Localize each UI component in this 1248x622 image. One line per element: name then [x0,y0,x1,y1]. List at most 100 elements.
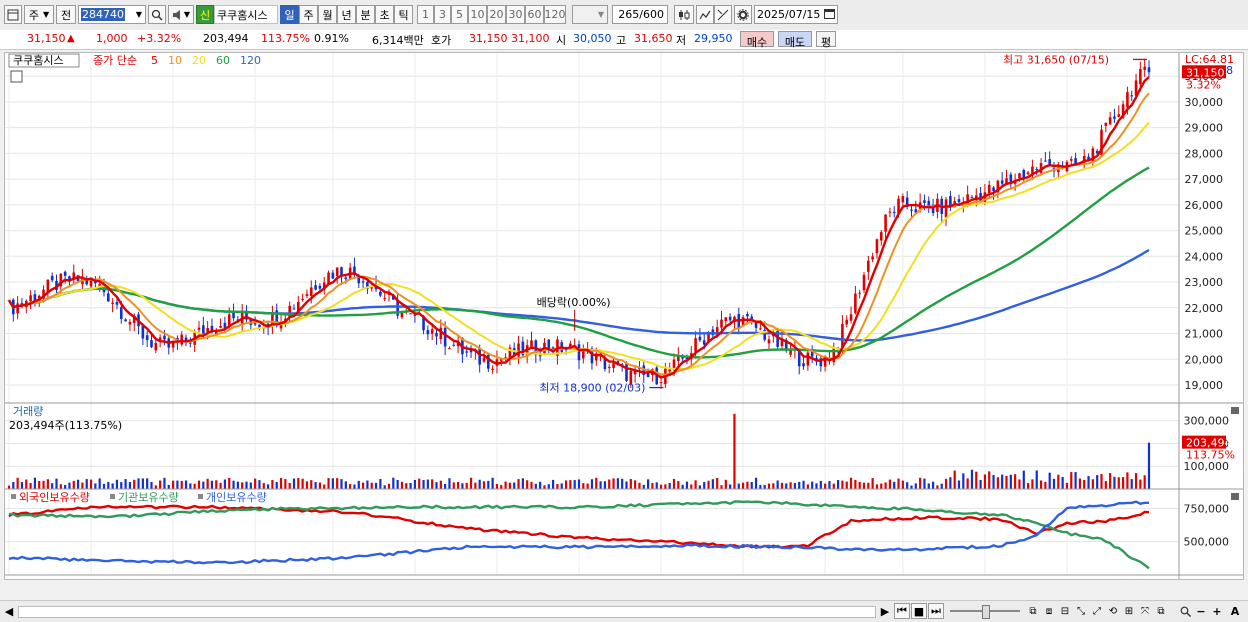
volume-bar [297,477,300,489]
volume-bar [202,481,205,489]
interval-select[interactable]: ▼ [572,5,608,24]
interval-button-20[interactable]: 20 [487,5,506,24]
volume-bar [767,483,771,489]
volume-bar [383,485,386,489]
period-tab-0[interactable]: 일 [280,5,299,24]
volume-bar [953,470,956,489]
tool-icon-6[interactable]: ⟲ [1106,603,1120,619]
fast-forward-icon[interactable]: ⏭ [928,603,944,619]
volume-bar [336,478,339,489]
period-tab-5[interactable]: 초 [375,5,394,24]
period-tab-1[interactable]: 주 [299,5,318,24]
search-zoom-icon[interactable] [1178,603,1192,619]
interval-button-3[interactable]: 3 [434,5,451,24]
candle-icon[interactable] [674,5,694,24]
tool-icon-5[interactable]: ⤢ [1090,603,1104,619]
volume-bar [1130,479,1133,489]
stock-chart[interactable]: 31,00030,00029,00028,00027,00026,00025,0… [5,53,1243,592]
candle [746,314,749,317]
volume-bar [1018,479,1021,489]
search-icon[interactable] [148,5,166,24]
layout-icon[interactable] [4,5,22,24]
stock-code-input[interactable]: 284740 ▼ [78,5,146,24]
volume-bar [366,480,369,489]
volume-bar [586,483,589,489]
zoom-out-button[interactable]: − [1194,603,1208,619]
candle [448,348,451,350]
date-field[interactable]: 2025/07/15 [754,5,838,24]
average-label: 평 [820,36,832,49]
candle [357,277,361,284]
interval-button-60[interactable]: 60 [525,5,544,24]
volume-bar [64,484,67,489]
period-tab-2[interactable]: 월 [318,5,337,24]
candle [327,272,330,285]
trend-icon[interactable] [696,5,714,24]
crosshair-icon[interactable] [714,5,732,24]
volume-bar [1026,483,1030,489]
tool-icon-1[interactable]: ⧉ [1026,603,1040,619]
candle [888,211,892,213]
candle [724,317,728,322]
stop-icon[interactable]: ■ [911,603,927,619]
legend-ma-label: 종가 단순 [93,54,137,67]
prev-button[interactable]: 전 [56,5,76,24]
candle [465,351,469,353]
candle [1139,69,1142,85]
tool-icon-8[interactable]: ⤧ [1138,603,1152,619]
zoom-in-button[interactable]: + [1210,603,1224,619]
period-tab-3[interactable]: 년 [337,5,356,24]
volume-bar [564,480,568,489]
tool-icon-2[interactable]: ⧈ [1042,603,1056,619]
volume-bar [547,484,550,489]
volume-bar [72,480,75,489]
volume-bar [677,481,680,489]
bar-count-field[interactable]: 265 /600 [612,5,668,24]
speaker-icon[interactable]: ▼ [168,5,194,24]
scroll-left-icon[interactable]: ◀ [2,603,16,619]
candle [482,357,486,362]
candle [892,211,896,214]
tool-icon-9[interactable]: ⧉ [1154,603,1168,619]
tool-icon-7[interactable]: ⊞ [1122,603,1136,619]
interval-button-30[interactable]: 30 [506,5,525,24]
market-select[interactable]: 주 ▼ [24,5,54,24]
candle [759,328,762,330]
volume-bar [638,482,641,489]
bottom-bar: ◀ ▶ ⏮ ■ ⏭ ⧉ ⧈ ⊟ ⤡ ⤢ ⟲ ⊞ ⤧ ⧉ − + A [0,600,1248,622]
scroll-right-icon[interactable]: ▶ [878,603,892,619]
volume-bar [944,478,948,489]
period-tab-4[interactable]: 분 [356,5,375,24]
candle [383,298,386,300]
bar-count-total: /600 [639,8,664,21]
volume-bar [409,482,412,489]
high-label: 고 [616,34,627,47]
interval-button-5[interactable]: 5 [451,5,468,24]
candle [879,232,883,241]
volume-bar [521,478,524,489]
volume-bar [20,482,24,489]
average-button[interactable]: 평 [816,31,836,49]
chart-area[interactable]: 31,00030,00029,00028,00027,00026,00025,0… [4,52,1244,592]
period-tab-6[interactable]: 틱 [394,5,413,24]
sell-button[interactable]: 매도 [778,31,812,49]
buy-button[interactable]: 매수 [740,31,774,49]
volume-bar [966,478,969,489]
font-size-button[interactable]: A [1228,603,1242,619]
volume-bar [193,483,196,489]
interval-button-10[interactable]: 10 [468,5,487,24]
interval-button-1[interactable]: 1 [417,5,434,24]
volume-bar [228,477,231,489]
volume-bar [849,477,853,489]
settings-gear-icon[interactable] [734,5,752,24]
tool-icon-4[interactable]: ⤡ [1074,603,1088,619]
volume-bar [487,480,490,489]
interval-button-120[interactable]: 120 [544,5,566,24]
volume-bar [258,480,261,489]
scrollbar-track[interactable] [18,606,876,618]
tool-icon-3[interactable]: ⊟ [1058,603,1072,619]
zoom-slider-handle[interactable] [982,605,990,619]
volume-bar [741,482,745,489]
rewind-icon[interactable]: ⏮ [894,603,910,619]
volume-tick-label: 300,000 [1184,415,1230,428]
